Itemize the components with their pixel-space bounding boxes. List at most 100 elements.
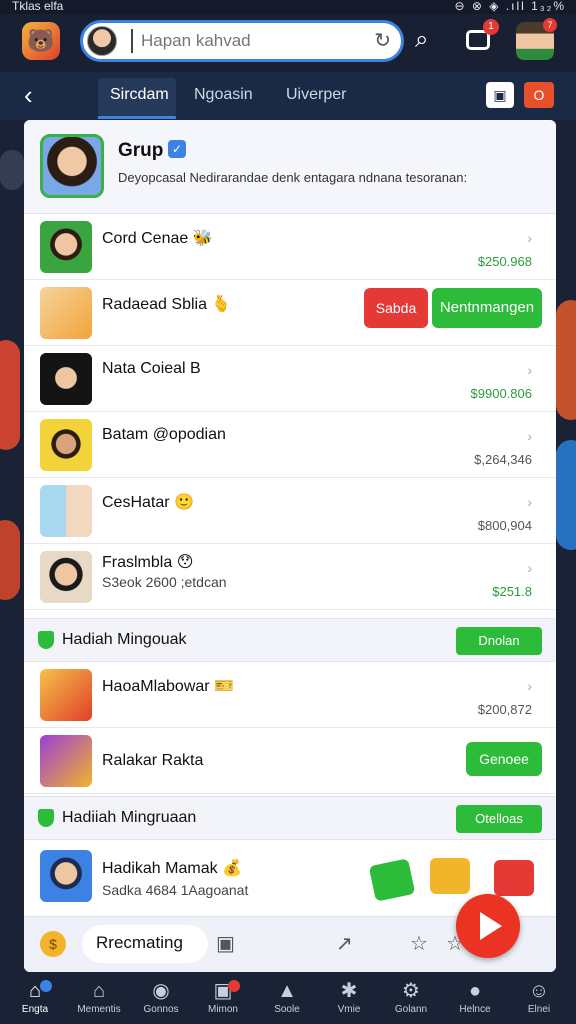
bell-icon: ▲ [277,980,297,1002]
search-input[interactable] [131,29,361,53]
nav-label: Engta [21,1004,49,1015]
refresh-icon[interactable]: ↻ [374,28,391,53]
gift-row[interactable]: HaoaMlabowar 🎫 › $200,872 [24,662,556,728]
backdrop-shape [0,520,20,600]
backdrop-shape [556,300,576,420]
accept-button[interactable]: Nentnmangen [432,288,542,328]
image-icon[interactable]: ▣ [216,931,235,956]
star-icon[interactable]: ☆ [410,931,428,956]
profile-avatar[interactable]: 7 [516,18,557,60]
verified-icon: ✓ [168,140,186,158]
member-name: Nata Coiеal B [102,360,201,377]
section-title: Hadiiah Mingruaan [62,809,197,826]
status-carrier: Tklas elfa [12,0,64,13]
compose-field[interactable]: Rrecmating [82,925,208,963]
member-amount: $250.968 [477,254,532,269]
group-card: Grup ✓ Deyopcasal Nedirarandae denk enta… [24,120,556,972]
bottom-nav: ⌂ Engta ⌂ Mementis ◉ Gonnos ▣ Mimon ▲ So… [0,974,576,1024]
group-header: Grup ✓ Deyopcasal Nedirarandae denk enta… [24,120,556,214]
gift-icon [40,669,92,721]
member-avatar [40,353,92,405]
backdrop-shape [0,340,20,450]
section-title: Hadiah Mingouak [62,631,187,648]
weekly-gift-section: Hadiah Mingouak Dnolan [24,618,556,662]
settings-icon: ⚙ [402,980,420,1002]
status-bar: Tklas elfa ⊖ ⊗ ◈ .ıll 1₃₂% [0,0,576,14]
emoji-icon: ☺ [528,980,550,1002]
tab-2[interactable]: Ngoasin [194,86,253,104]
member-name: CesHatar 🙂 [102,494,194,511]
tab-underline [98,116,176,119]
nav-item-2[interactable]: ⌂ Mementis [68,978,130,1015]
nav-item-6[interactable]: ✱ Vmie [318,978,380,1015]
nav-item-8[interactable]: ● Helnce [444,978,506,1015]
inbox-badge: 1 [483,19,499,35]
member-name: Fraslmbla 😯 [102,554,194,571]
nav-badge [228,980,240,992]
nav-item-9[interactable]: ☺ Elnei [508,978,570,1015]
nav-item-3[interactable]: ◉ Gonnos [130,978,192,1015]
member-row[interactable]: Fraslmbla 😯 S3eok 2600 ;etdcan › $251.8 [24,544,556,610]
inbox-icon: ▣ [213,980,233,1002]
gift-name: HaoaMlabowar 🎫 [102,678,234,695]
member-amount: $800,904 [477,518,532,533]
nav-label: Mementis [77,1004,121,1015]
group-photo[interactable] [40,134,104,198]
profile-icon: ● [468,980,482,1002]
member-row[interactable]: CesHatar 🙂 › $800,904 [24,478,556,544]
share-icon[interactable]: ↗ [336,931,353,956]
member-row[interactable]: Cord Cenae 🐝 › $250.968 [24,214,556,280]
decline-button[interactable]: Sabda [364,288,428,328]
member-avatar [40,221,92,273]
member-row[interactable]: Batam @opodian › $,264,346 [24,412,556,478]
gift-row[interactable]: Ralakar Rakta Genoee [24,728,556,794]
app-logo-icon[interactable]: 🐻 [22,22,60,60]
play-icon [480,912,502,940]
tab-3[interactable]: Uiverper [286,86,346,104]
chevron-right-icon: › [527,678,532,694]
member-avatar [40,419,92,471]
coin-icon[interactable]: $ [40,931,66,957]
nav-badge [40,980,52,992]
chevron-right-icon: › [527,230,532,246]
gift-box-icon [494,860,534,896]
search-bar[interactable]: ↻ [80,20,404,62]
search-icon[interactable]: ⌕ [415,26,428,54]
nav-label: Elnei [527,1004,551,1015]
member-subtitle: S3eok 2600 ;etdcan [102,574,227,590]
gift-amount: $200,872 [477,702,532,717]
nav-item-5[interactable]: ▲ Soole [256,978,318,1015]
network-icon: ✱ [340,980,358,1002]
controller-icon: ◉ [152,980,170,1002]
tab-right-button[interactable]: O [524,82,554,108]
member-row[interactable]: Nata Coiеal B › $9900.806 [24,346,556,412]
member-avatar [40,287,92,339]
inbox-icon[interactable]: 1 [466,19,499,50]
chevron-right-icon: › [527,428,532,444]
shield-icon [38,631,54,649]
section-action-button[interactable]: Otelloas [456,805,542,833]
backdrop-shape [0,150,24,190]
status-icons: ⊖ ⊗ ◈ .ıll 1₃₂% [454,0,566,13]
nav-item-7[interactable]: ⚙ Golann [380,978,442,1015]
featured-subtitle: Sadka 4684 1Aagoanat [102,882,249,898]
featured-name: Hadikah Mamak 💰 [102,860,242,877]
gift-action-button[interactable]: Genoee [466,742,542,776]
back-icon[interactable]: ‹ [24,80,33,111]
nav-item-4[interactable]: ▣ Mimon [192,978,254,1015]
nav-item-home[interactable]: ⌂ Engta [4,978,66,1015]
house-icon: ⌂ [92,980,106,1002]
group-description: Deyopcasal Nedirarandae denk entagara nd… [118,170,468,185]
member-row[interactable]: Radaead Sblia 🫰 Sabda Nentnmangen [24,280,556,346]
tab-1[interactable]: Sircdam [110,86,169,104]
search-avatar [87,26,117,56]
play-button[interactable] [456,894,520,958]
gift-box-icon[interactable]: ▣ [486,82,514,108]
chevron-right-icon: › [527,494,532,510]
member-amount: $251.8 [492,584,532,599]
member-name: Batam @opodian [102,426,226,443]
shield-icon [38,809,54,827]
tab-bar: ‹ Sircdam Ngoasin Uiverper ▣ O [0,72,576,120]
section-action-button[interactable]: Dnolan [456,627,542,655]
member-amount: $,264,346 [474,452,532,467]
